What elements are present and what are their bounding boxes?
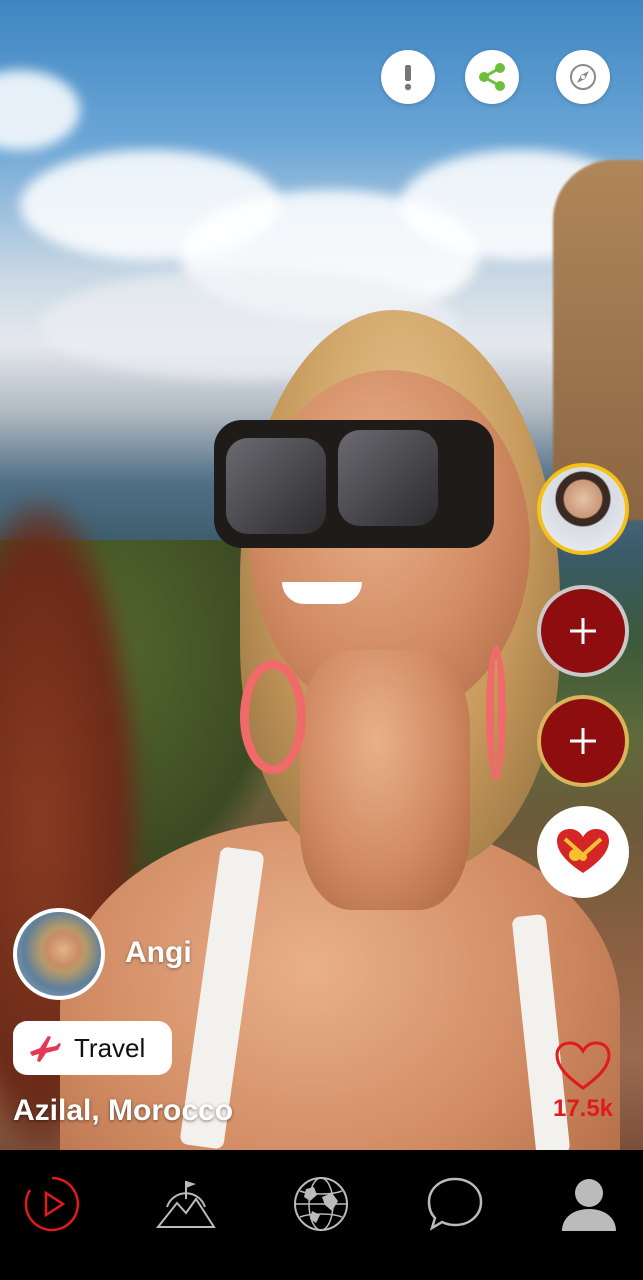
category-label: Travel — [74, 1032, 146, 1063]
heart-icon — [555, 1041, 611, 1090]
nav-chat[interactable] — [423, 1172, 487, 1236]
report-icon — [404, 65, 412, 91]
nav-world[interactable] — [289, 1172, 353, 1236]
author-avatar[interactable] — [13, 908, 105, 1000]
play-icon — [24, 1176, 80, 1232]
creator-avatar[interactable] — [537, 463, 629, 555]
share-icon — [479, 63, 505, 91]
post-location: Azilal, Morocco — [13, 1094, 234, 1127]
report-button[interactable] — [381, 50, 435, 104]
plus-icon — [570, 618, 596, 644]
nav-play[interactable] — [20, 1172, 84, 1236]
gift-heart-icon — [557, 829, 609, 873]
nav-profile[interactable] — [557, 1172, 621, 1236]
category-chip[interactable]: Travel — [13, 1021, 172, 1075]
bottom-nav — [0, 1150, 643, 1280]
globe-icon — [294, 1177, 348, 1231]
like-button[interactable]: 17.5k — [548, 1040, 618, 1123]
explore-button[interactable] — [556, 50, 610, 104]
gift-button[interactable] — [537, 806, 629, 898]
mountain-icon — [155, 1181, 216, 1228]
nav-explore[interactable] — [154, 1172, 218, 1236]
profile-icon — [562, 1179, 616, 1231]
author-name[interactable]: Angi — [125, 936, 192, 970]
like-count: 17.5k — [552, 1095, 614, 1122]
plus-icon — [570, 728, 596, 754]
airplane-icon — [30, 1036, 61, 1062]
share-button[interactable] — [465, 50, 519, 104]
chat-icon — [427, 1177, 483, 1231]
add-button[interactable] — [537, 585, 629, 677]
compass-icon — [570, 64, 596, 90]
add-button-secondary[interactable] — [537, 695, 629, 787]
